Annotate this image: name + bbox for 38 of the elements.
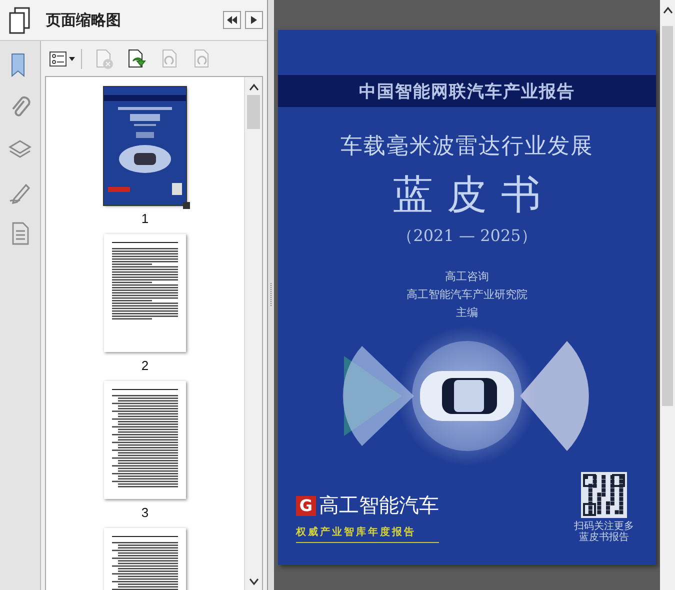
editor-line: 高工智能汽车产业研究院 <box>406 287 528 302</box>
qr-caption: 扫码关注更多 蓝皮书报告 <box>574 521 634 543</box>
editor-line: 主编 <box>456 305 478 320</box>
panel-title: 页面缩略图 <box>44 10 122 30</box>
scroll-up-icon <box>662 6 672 14</box>
toolbar-button[interactable] <box>126 48 148 70</box>
page-number: 2 <box>141 357 149 375</box>
scrollbar[interactable] <box>660 0 675 590</box>
play-icon <box>251 16 258 24</box>
scrollbar[interactable] <box>244 77 262 590</box>
scrollbar-thumb[interactable] <box>247 95 260 129</box>
grip-icon <box>270 283 272 307</box>
collapse-button[interactable] <box>223 11 242 29</box>
tagline: 权威产业智库年度报告 <box>296 525 439 543</box>
cover-years: （2021 — 2025） <box>397 226 537 247</box>
page-number: 3 <box>141 504 149 522</box>
pages-icon <box>7 6 33 34</box>
logo-text: 高工智能汽车 <box>319 492 439 519</box>
page-thumbnail[interactable] <box>104 234 186 352</box>
page-thumbnail[interactable] <box>104 381 186 499</box>
scroll-down-icon <box>248 578 259 586</box>
double-left-icon <box>227 16 238 24</box>
editor-line: 高工咨询 <box>445 269 489 284</box>
scroll-up-icon <box>248 83 259 91</box>
text-lines-drawing <box>112 536 178 590</box>
page-delete-icon <box>94 49 114 69</box>
page-number: 1 <box>141 210 149 228</box>
list-options-icon <box>49 51 67 67</box>
resize-handle[interactable] <box>183 202 190 209</box>
series-banner: 中国智能网联汽车产业报告 <box>278 75 656 107</box>
cover-title: 车载毫米波雷达行业发展 <box>340 133 594 161</box>
cover-subtitle: 蓝皮书 <box>392 171 555 220</box>
caret-icon <box>69 57 75 61</box>
logo-mark: G <box>296 496 316 516</box>
scrollbar-thumb[interactable] <box>662 26 673 406</box>
expand-button[interactable] <box>245 11 264 29</box>
qr-code-icon <box>581 472 627 518</box>
page-arrow-icon <box>126 49 148 69</box>
